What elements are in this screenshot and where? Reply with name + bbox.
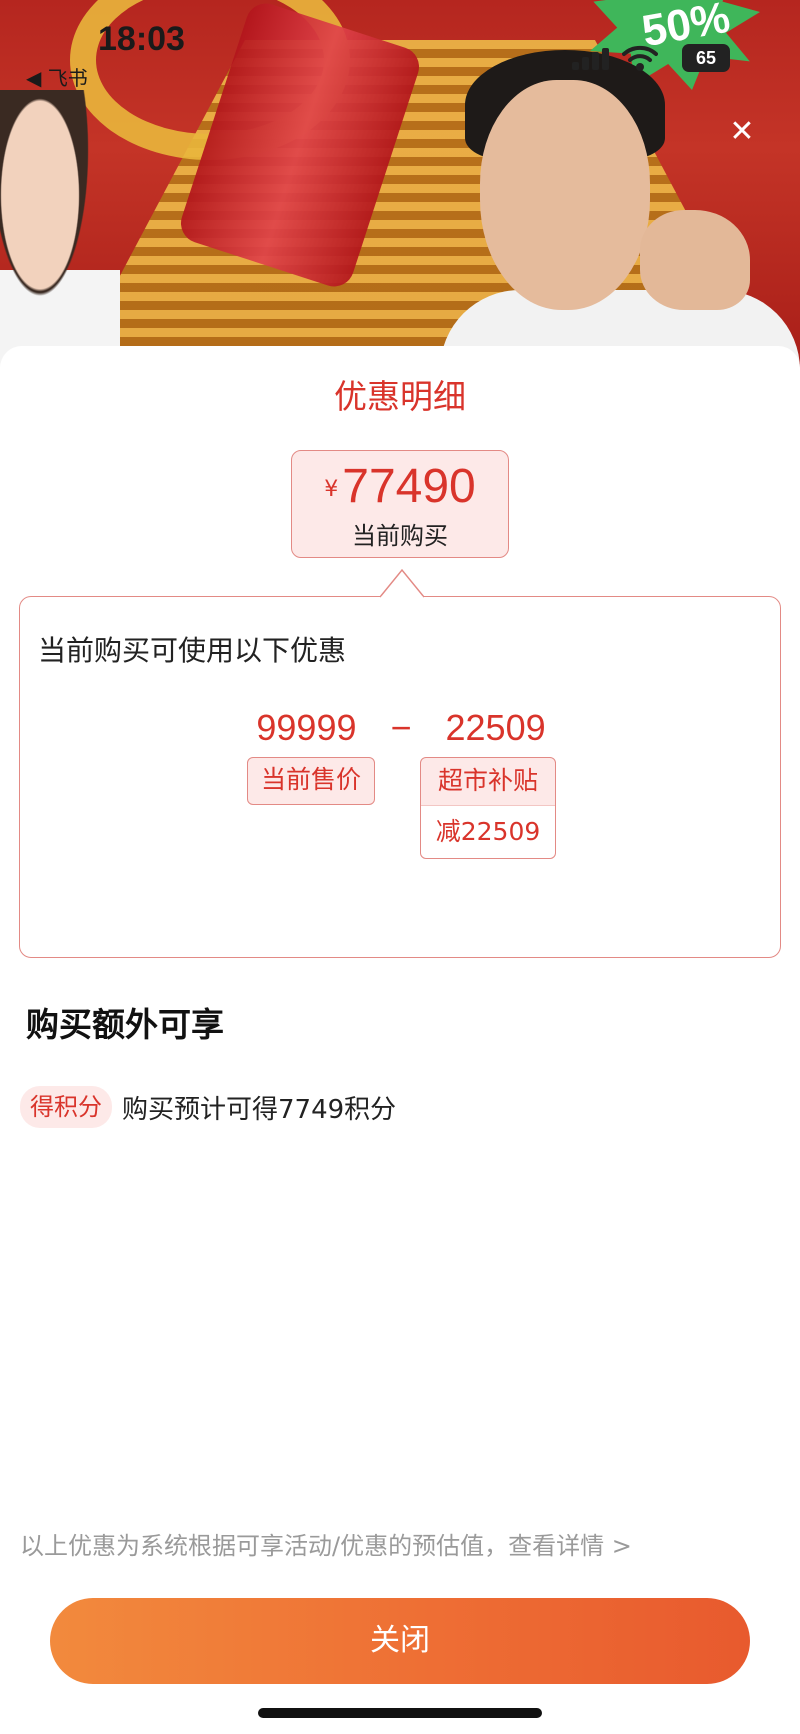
livestream-background: 50% 18:03 ◀ 飞书 65 ✕ (0, 0, 800, 370)
price-line: ¥77490 (292, 459, 508, 514)
extra-benefits-title: 购买额外可享 (26, 1005, 224, 1044)
points-badge: 得积分 (20, 1086, 112, 1128)
close-stream-icon[interactable]: ✕ (724, 114, 760, 150)
discount-detail-box: 当前购买可使用以下优惠 99999−22509 当前售价 超市补贴 减22509 (19, 596, 781, 958)
minus-operator: − (390, 707, 412, 748)
host-right-face (480, 80, 650, 310)
discount-detail-sheet: 优惠明细 ¥77490 当前购买 当前购买可使用以下优惠 99999−22509… (0, 346, 800, 1734)
original-price: 99999 (256, 707, 357, 748)
signal-icon (572, 48, 612, 70)
current-price-tag: 当前售价 (247, 757, 375, 805)
battery-icon: 65 (682, 44, 730, 72)
current-price-value: 77490 (342, 460, 476, 513)
currency-symbol: ¥ (324, 477, 339, 502)
disclaimer-details-link[interactable]: 以上优惠为系统根据可享活动/优惠的预估值，查看详情 > (20, 1526, 632, 1561)
subsidy-tag-title: 超市补贴 (421, 758, 555, 806)
close-button[interactable]: 关闭 (50, 1598, 750, 1684)
home-indicator (258, 1708, 542, 1718)
discount-amount: 22509 (445, 707, 546, 748)
points-benefit-row: 得积分 购买预计可得7749积分 (20, 1086, 396, 1130)
back-to-app-link[interactable]: ◀ 飞书 (26, 62, 88, 91)
subsidy-tag-value: 减22509 (421, 806, 555, 858)
status-time: 18:03 (98, 20, 185, 58)
current-price-label: 当前购买 (352, 522, 448, 550)
price-calculation: 99999−22509 (20, 707, 782, 749)
host-left (0, 90, 120, 370)
host-hand (640, 210, 750, 310)
detail-heading: 当前购买可使用以下优惠 (38, 634, 347, 667)
wifi-icon (622, 45, 658, 71)
points-benefit-text: 购买预计可得7749积分 (122, 1094, 397, 1125)
current-price-box: ¥77490 当前购买 (291, 450, 509, 558)
detail-box-pointer (380, 568, 424, 598)
supermarket-subsidy-tag: 超市补贴 减22509 (420, 757, 556, 859)
sheet-title: 优惠明细 (334, 377, 466, 416)
